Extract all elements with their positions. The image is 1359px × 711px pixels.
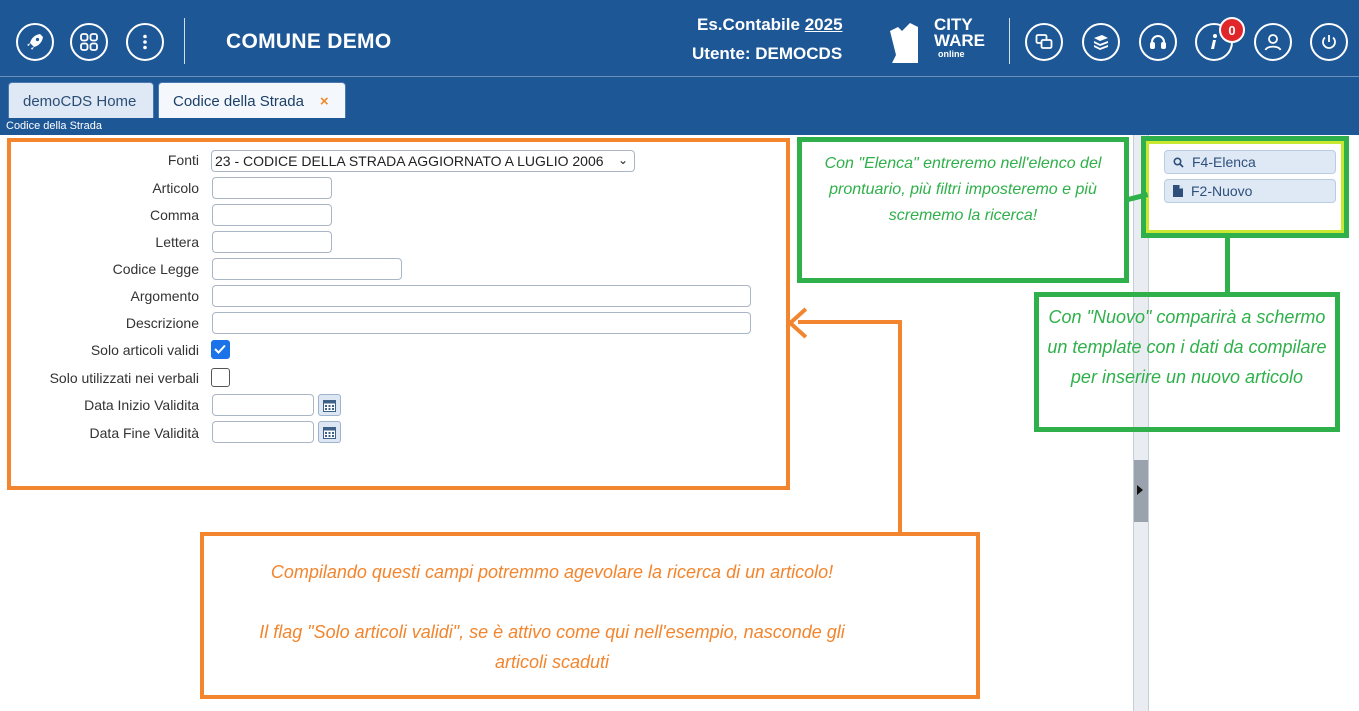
data-inizio-input[interactable] — [212, 394, 314, 416]
search-icon — [1173, 156, 1184, 168]
lettera-label: Lettera — [155, 234, 199, 250]
fields-note-text-1: Compilando questi campi potremmo agevola… — [270, 562, 834, 582]
codice-legge-input[interactable] — [212, 258, 402, 280]
app-header: COMUNE DEMO Es.Contabile 2025 Utente: DE… — [0, 0, 1359, 76]
rocket-icon[interactable] — [16, 23, 54, 61]
chevron-down-icon: ⌄ — [617, 153, 628, 167]
nuovo-button[interactable]: F2-Nuovo — [1164, 179, 1336, 203]
tab-democds-home[interactable]: demoCDS Home — [8, 82, 154, 119]
app-title: COMUNE DEMO — [226, 30, 392, 53]
apps-grid-icon[interactable] — [70, 23, 108, 61]
data-fine-label: Data Fine Validità — [89, 425, 199, 441]
articolo-input[interactable] — [212, 177, 332, 199]
tab-label: Codice della Strada — [173, 92, 304, 110]
fonti-label: Fonti — [167, 152, 199, 168]
fiscal-year-label: Es.Contabile — [697, 15, 800, 34]
calendar-icon[interactable] — [318, 421, 341, 443]
close-tab-icon[interactable]: × — [320, 93, 329, 110]
calendar-icon[interactable] — [318, 394, 341, 416]
solo-utilizzati-label: Solo utilizzati nei verbali — [49, 370, 199, 386]
lettera-input[interactable] — [212, 231, 332, 253]
descrizione-label: Descrizione — [125, 315, 199, 331]
descrizione-input[interactable] — [212, 312, 751, 334]
articolo-label: Articolo — [152, 180, 199, 196]
logo-line-2: WARE — [934, 31, 985, 50]
data-inizio-label: Data Inizio Validita — [84, 397, 199, 413]
argomento-input[interactable] — [212, 285, 751, 307]
fiscal-year[interactable]: Es.Contabile 2025 — [697, 15, 843, 35]
fonti-selected-value: 23 - CODICE DELLA STRADA AGGIORNATO A LU… — [215, 153, 604, 169]
nuovo-connector — [1225, 236, 1230, 294]
tab-bar: demoCDS Home Codice della Strada × — [0, 76, 1359, 119]
elenca-button[interactable]: F4-Elenca — [1164, 150, 1336, 174]
elenca-note-text: Con "Elenca" entreremo nell'elenco del p… — [824, 155, 1102, 224]
fields-note-text-2: Il flag "Solo articoli validi", se è att… — [259, 622, 845, 672]
nuovo-note-text: Con "Nuovo" comparirà a schermo un templ… — [1047, 307, 1327, 387]
check-icon — [214, 344, 226, 354]
comma-input[interactable] — [212, 204, 332, 226]
more-vertical-icon[interactable] — [126, 23, 164, 61]
tab-codice-della-strada[interactable]: Codice della Strada × — [158, 82, 346, 119]
data-fine-input[interactable] — [212, 421, 314, 443]
fiscal-year-value[interactable]: 2025 — [805, 15, 843, 34]
tab-label: demoCDS Home — [23, 92, 137, 110]
windows-icon[interactable] — [1025, 23, 1063, 61]
solo-validi-label: Solo articoli validi — [90, 342, 199, 358]
codice-legge-label: Codice Legge — [112, 261, 199, 277]
fields-arrow-vertical — [898, 320, 902, 534]
nuovo-button-label: F2-Nuovo — [1191, 183, 1253, 199]
user-icon[interactable] — [1254, 23, 1292, 61]
breadcrumb: Codice della Strada — [0, 118, 1359, 135]
fields-arrow-shaft — [798, 320, 902, 324]
expand-arrow-icon[interactable] — [1137, 485, 1143, 495]
notification-badge[interactable]: 0 — [1219, 17, 1245, 43]
solo-utilizzati-checkbox[interactable] — [211, 368, 230, 387]
power-icon[interactable] — [1310, 23, 1348, 61]
header-divider — [184, 18, 185, 64]
elenca-button-label: F4-Elenca — [1192, 154, 1256, 170]
logo-line-3: online — [938, 49, 965, 59]
fonti-select[interactable]: 23 - CODICE DELLA STRADA AGGIORNATO A LU… — [211, 150, 635, 172]
current-user: Utente: DEMOCDS — [692, 44, 843, 63]
new-document-icon — [1173, 185, 1183, 197]
argomento-label: Argomento — [130, 288, 199, 304]
solo-validi-checkbox[interactable] — [211, 340, 230, 359]
headset-icon[interactable] — [1139, 23, 1177, 61]
header-divider — [1009, 18, 1010, 64]
book-icon[interactable] — [1082, 23, 1120, 61]
cityware-logo: CITY WARE online — [934, 16, 985, 59]
comma-label: Comma — [149, 207, 199, 223]
